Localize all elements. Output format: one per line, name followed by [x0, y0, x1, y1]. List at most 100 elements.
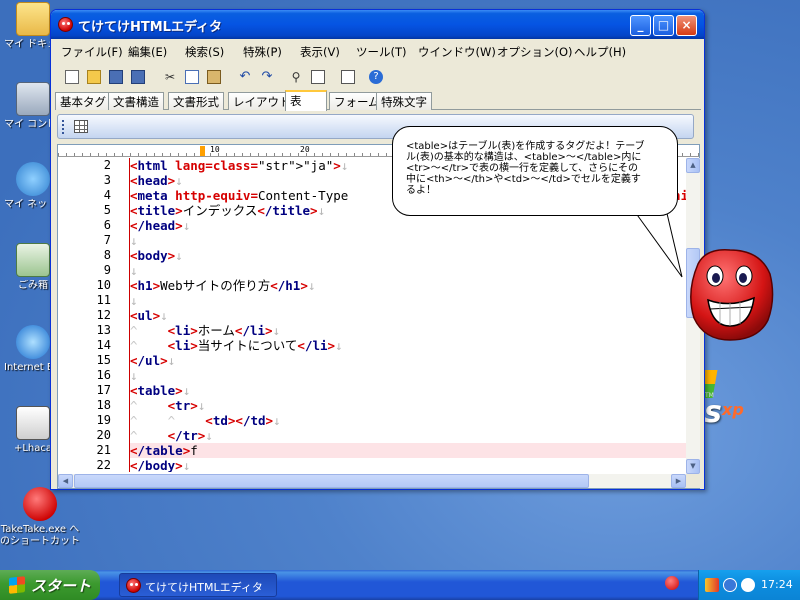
menu-options[interactable]: オプション(O)	[497, 44, 573, 60]
code-line[interactable]: </ul>↓	[130, 353, 686, 368]
tab-basic-tags[interactable]: 基本タグ	[55, 92, 111, 110]
mascot-character[interactable]	[688, 246, 774, 342]
main-toolbar: ✂ ↶ ↷ ⚲ ?	[55, 65, 435, 89]
line-number: 11	[96, 293, 111, 307]
start-button[interactable]: スタート	[0, 570, 100, 600]
tab-table[interactable]: 表	[285, 90, 327, 111]
menu-special[interactable]: 特殊(P)	[243, 44, 282, 60]
horizontal-scrollbar[interactable]: ◀ ▶	[58, 474, 686, 488]
code-line[interactable]: ^ <li>当サイトについて</li>↓	[130, 338, 686, 353]
close-button[interactable]: ×	[676, 15, 697, 36]
system-tray: 17:24	[698, 570, 800, 600]
toolbar-grip[interactable]	[62, 120, 65, 134]
taketake-face-icon	[23, 487, 57, 521]
line-number: 21	[96, 443, 111, 457]
line-number: 12	[96, 308, 111, 322]
save-icon[interactable]	[107, 68, 125, 86]
clock[interactable]: 17:24	[761, 578, 793, 591]
tray-alert-icon[interactable]	[665, 576, 679, 590]
scroll-left-button[interactable]: ◀	[58, 474, 73, 488]
line-number: 4	[103, 188, 111, 202]
ruler-cursor-marker	[200, 146, 205, 156]
windows-logo-icon	[9, 576, 25, 594]
xp-logo-text: s	[704, 395, 722, 430]
code-line[interactable]: </body>↓	[130, 458, 686, 472]
redo-icon[interactable]: ↷	[258, 68, 276, 86]
line-number: 13	[96, 323, 111, 337]
archive-icon	[16, 406, 50, 440]
code-line[interactable]: <ul>↓	[130, 308, 686, 323]
app-face-icon	[126, 578, 141, 593]
window-title: てけてけHTMLエディタ	[78, 20, 223, 35]
insert-table-icon[interactable]	[74, 120, 88, 133]
code-line[interactable]: <table>↓	[130, 383, 686, 398]
code-line[interactable]: ^ <tr>↓	[130, 398, 686, 413]
menu-search[interactable]: 検索(S)	[185, 44, 224, 60]
minimize-button[interactable]: _	[630, 15, 651, 36]
tab-special-chars[interactable]: 特殊文字	[376, 92, 432, 110]
code-line[interactable]: <body>↓	[130, 248, 686, 263]
cut-icon[interactable]: ✂	[161, 68, 179, 86]
paste-icon[interactable]	[205, 68, 223, 86]
taskbar: スタート てけてけHTMLエディタ 17:24	[0, 570, 800, 600]
menu-bar: ファイル(F) 編集(E) 検索(S) 特殊(P) 表示(V) ツール(T) ウ…	[51, 40, 704, 62]
code-line[interactable]: </head>↓	[130, 218, 686, 233]
scroll-corner	[686, 474, 700, 488]
code-line[interactable]: ^ </tr>↓	[130, 428, 686, 443]
ruler-label: 20	[300, 145, 310, 154]
taskbar-app-button[interactable]: てけてけHTMLエディタ	[119, 573, 277, 597]
line-number: 7	[103, 233, 111, 247]
computer-icon	[16, 82, 50, 116]
menu-file[interactable]: ファイル(F)	[61, 44, 123, 60]
menu-help[interactable]: ヘルプ(H)	[574, 44, 626, 60]
help-icon[interactable]: ?	[367, 68, 385, 86]
ime-icon[interactable]	[741, 578, 755, 592]
new-file-icon[interactable]	[63, 68, 81, 86]
copy-icon[interactable]	[183, 68, 201, 86]
line-number-gutter: 2 3 4 5 6 7 8 9 10 11 12 13 14 15 16 17 18 19 20 21 22	[58, 158, 129, 472]
menu-edit[interactable]: 編集(E)	[128, 44, 167, 60]
desktop-icon-label: TakeTake.exe へのショートカット	[0, 524, 80, 547]
title-bar[interactable]: てけてけHTMLエディタ _ □ ×	[51, 10, 704, 39]
horizontal-scroll-thumb[interactable]	[74, 474, 589, 488]
line-number: 17	[96, 383, 111, 397]
scroll-up-button[interactable]: ▲	[686, 158, 700, 173]
line-number: 19	[96, 413, 111, 427]
code-line[interactable]: ^ <li>ホーム</li>↓	[130, 323, 686, 338]
code-line[interactable]: ^ ^ <td></td>↓	[130, 413, 686, 428]
code-line[interactable]: ↓	[130, 233, 686, 248]
line-number: 2	[103, 158, 111, 172]
tab-document-format[interactable]: 文書形式	[168, 92, 224, 110]
code-line[interactable]: ↓	[130, 263, 686, 278]
code-line[interactable]: ↓	[130, 293, 686, 308]
scroll-down-button[interactable]: ▼	[686, 459, 700, 474]
editor-window: てけてけHTMLエディタ _ □ × ファイル(F) 編集(E) 検索(S) 特…	[50, 9, 705, 490]
network-icon	[16, 162, 50, 196]
save-all-icon[interactable]	[129, 68, 147, 86]
search-icon[interactable]: ⚲	[287, 68, 305, 86]
preview-icon[interactable]	[339, 68, 357, 86]
menu-tools[interactable]: ツール(T)	[356, 44, 407, 60]
code-line[interactable]: <h1>Webサイトの作り方</h1>↓	[130, 278, 686, 293]
menu-view[interactable]: 表示(V)	[300, 44, 340, 60]
desktop-icon-taketake-shortcut[interactable]: TakeTake.exe へのショートカット	[0, 487, 80, 548]
code-line[interactable]: </table>f	[130, 443, 686, 458]
line-number: 3	[103, 173, 111, 187]
menu-window[interactable]: ウインドウ(W)	[418, 44, 496, 60]
xp-logo-sup: xp	[722, 400, 744, 419]
internet-explorer-icon	[16, 325, 50, 359]
ruler-label: 10	[210, 145, 220, 154]
scroll-right-button[interactable]: ▶	[671, 474, 686, 488]
line-number: 16	[96, 368, 111, 382]
recycle-bin-icon	[16, 243, 50, 277]
open-folder-icon[interactable]	[85, 68, 103, 86]
balloon-text: <table>はテーブル(表)を作成するタグだよ！テーブル(表)の基本的な構造は…	[406, 141, 645, 196]
tab-document-structure[interactable]: 文書構造	[108, 92, 164, 110]
replace-icon[interactable]	[309, 68, 327, 86]
info-icon[interactable]	[723, 578, 737, 592]
zonealarm-icon[interactable]	[705, 578, 719, 592]
folder-icon	[16, 2, 50, 36]
undo-icon[interactable]: ↶	[236, 68, 254, 86]
code-line[interactable]: ↓	[130, 368, 686, 383]
maximize-button[interactable]: □	[653, 15, 674, 36]
